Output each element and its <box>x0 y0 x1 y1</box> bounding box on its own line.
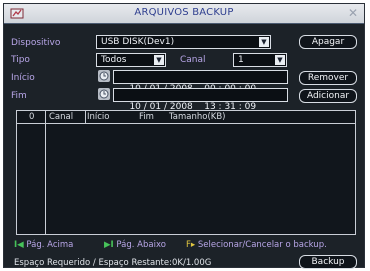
legend-page-down: ▶I Pág. Abaixo <box>104 240 166 250</box>
page-up-text: Pág. Acima <box>26 240 74 250</box>
page-down-text: Pág. Abaixo <box>116 240 166 250</box>
type-select[interactable]: Todos ▼ <box>96 53 166 67</box>
function-key-icon: F▸ <box>186 240 196 250</box>
type-label: Tipo <box>11 55 30 65</box>
device-value: USB DISK(Dev1) <box>101 37 175 47</box>
device-label: Dispositivo <box>11 38 61 48</box>
close-icon[interactable]: ✕ <box>348 6 358 20</box>
col-size: Tamanho(KB) <box>169 112 226 122</box>
type-value: Todos <box>101 55 127 65</box>
start-label: Início <box>11 73 35 83</box>
col-channel: Canal <box>49 112 74 122</box>
header-divider <box>85 111 86 123</box>
select-text: Selecionar/Cancelar o backup. <box>197 240 327 250</box>
channel-value: 1 <box>238 55 244 65</box>
apagar-button[interactable]: Apagar <box>299 35 357 49</box>
col-start: Início <box>87 112 110 122</box>
legend-select: F▸ Selecionar/Cancelar o backup. <box>186 240 327 250</box>
backup-button[interactable]: Backup <box>299 255 357 269</box>
remover-button[interactable]: Remover <box>299 71 357 85</box>
column-divider <box>45 111 46 234</box>
calendar-icon[interactable] <box>98 88 110 100</box>
chevron-down-icon: ▼ <box>154 55 164 65</box>
backup-window: ARQUIVOS BACKUP ✕ Dispositivo USB DISK(D… <box>3 3 365 269</box>
end-datetime-field[interactable]: 10 / 01 / 2008 13 : 31 : 09 <box>113 88 288 112</box>
col-end: Fim <box>139 112 154 122</box>
page-up-icon: I◀ <box>14 240 24 250</box>
start-datetime-field[interactable]: 10 / 01 / 2008 00 : 00 : 00 <box>113 70 288 94</box>
window-title: ARQUIVOS BACKUP <box>134 7 234 18</box>
backup-file-table[interactable]: 0 Canal Início Fim Tamanho(KB) <box>16 110 356 235</box>
channel-select[interactable]: 1 ▼ <box>233 53 287 67</box>
col-index: 0 <box>29 112 35 122</box>
chevron-down-icon: ▼ <box>259 37 269 47</box>
adicionar-button[interactable]: Adicionar <box>299 89 357 103</box>
legend-page-up: I◀ Pág. Acima <box>14 240 73 250</box>
title-bar: ARQUIVOS BACKUP ✕ <box>4 4 364 24</box>
channel-label: Canal <box>180 55 206 65</box>
chevron-down-icon: ▼ <box>275 55 285 65</box>
space-status: Espaço Requerido / Espaço Restante:0K/1.… <box>14 258 212 268</box>
device-select[interactable]: USB DISK(Dev1) ▼ <box>96 35 271 49</box>
calendar-icon[interactable] <box>98 70 110 82</box>
table-header: 0 Canal Início Fim Tamanho(KB) <box>17 111 355 124</box>
end-label: Fim <box>11 91 27 101</box>
page-down-icon: ▶I <box>104 240 114 250</box>
